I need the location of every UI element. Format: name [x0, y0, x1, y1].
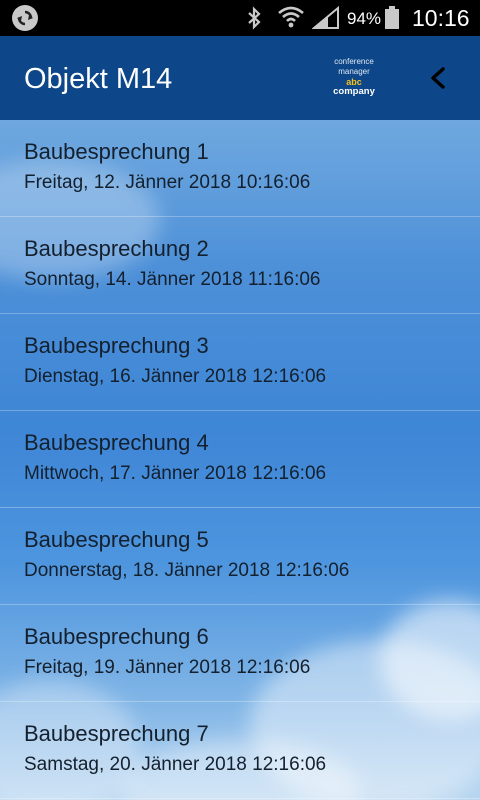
- meeting-list-panel[interactable]: Baubesprechung 1 Freitag, 12. Jänner 201…: [0, 120, 480, 800]
- status-bar: 94% 10:16: [0, 0, 480, 36]
- list-item[interactable]: Baubesprechung 6 Freitag, 19. Jänner 201…: [0, 605, 480, 702]
- meeting-name: Baubesprechung 4: [24, 430, 209, 455]
- list-item[interactable]: Baubesprechung 3 Dienstag, 16. Jänner 20…: [0, 314, 480, 411]
- sync-icon: [12, 5, 38, 31]
- meeting-date: Freitag, 19. Jänner 2018 12:16:06: [24, 657, 311, 678]
- wifi-icon: [278, 6, 304, 28]
- list-item[interactable]: Baubesprechung 1 Freitag, 12. Jänner 201…: [0, 120, 480, 217]
- logo-line-4: company: [333, 86, 375, 97]
- meeting-name: Baubesprechung 1: [24, 139, 209, 164]
- company-logo: conference manager abc company: [322, 57, 386, 97]
- back-chevron-icon[interactable]: [424, 64, 452, 92]
- meeting-name: Baubesprechung 6: [24, 624, 209, 649]
- meeting-date: Freitag, 12. Jänner 2018 10:16:06: [24, 172, 311, 193]
- meeting-date: Samstag, 20. Jänner 2018 12:16:06: [24, 754, 327, 775]
- battery-percent: 94%: [347, 9, 382, 28]
- meeting-date: Dienstag, 16. Jänner 2018 12:16:06: [24, 366, 327, 387]
- meeting-date: Donnerstag, 18. Jänner 2018 12:16:06: [24, 560, 350, 581]
- meeting-name: Baubesprechung 2: [24, 236, 209, 261]
- page-title: Objekt M14: [24, 63, 173, 95]
- app-header: Objekt M14 conference manager abc compan…: [0, 36, 480, 120]
- cell-signal-icon: [312, 6, 339, 29]
- meeting-name: Baubesprechung 7: [24, 721, 209, 746]
- meeting-name: Baubesprechung 3: [24, 333, 209, 358]
- bluetooth-icon: [248, 6, 261, 30]
- logo-line-2: manager: [338, 67, 370, 76]
- battery-icon: [385, 6, 399, 29]
- status-time: 10:16: [412, 5, 470, 31]
- list-item[interactable]: Baubesprechung 7 Samstag, 20. Jänner 201…: [0, 702, 480, 799]
- meeting-date: Sonntag, 14. Jänner 2018 11:16:06: [24, 269, 321, 290]
- list-item[interactable]: Baubesprechung 2 Sonntag, 14. Jänner 201…: [0, 217, 480, 314]
- meeting-date: Mittwoch, 17. Jänner 2018 12:16:06: [24, 463, 327, 484]
- list-item[interactable]: Baubesprechung 5 Donnerstag, 18. Jänner …: [0, 508, 480, 605]
- meeting-name: Baubesprechung 5: [24, 527, 209, 552]
- list-item[interactable]: Baubesprechung 4 Mittwoch, 17. Jänner 20…: [0, 411, 480, 508]
- logo-line-1: conference: [334, 57, 374, 66]
- meeting-list: Baubesprechung 1 Freitag, 12. Jänner 201…: [0, 120, 480, 799]
